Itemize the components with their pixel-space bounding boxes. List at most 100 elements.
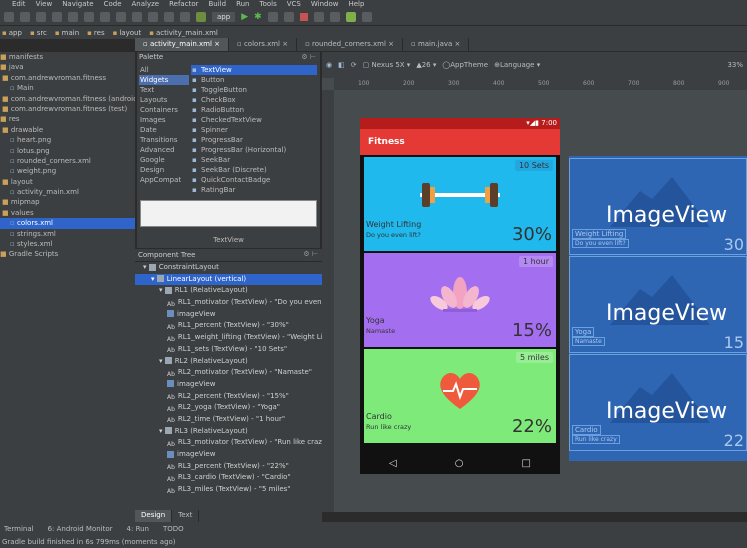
project-tree-item[interactable]: mipmap — [0, 197, 135, 207]
back-nav-icon[interactable]: ◁ — [389, 458, 397, 469]
component-tree-row[interactable]: Ab RL1_weight_lifting (TextView) - "Weigh… — [135, 332, 322, 344]
sync-icon[interactable] — [36, 11, 46, 22]
palette-category[interactable]: Date — [139, 125, 189, 135]
palette-category[interactable]: All — [139, 65, 189, 75]
palette-item[interactable]: CheckedTextView — [191, 115, 317, 125]
breadcrumb-item[interactable]: app — [2, 29, 22, 37]
palette-category[interactable]: Images — [139, 115, 189, 125]
run-config-select[interactable]: app — [212, 11, 236, 22]
tool-window-button[interactable]: Terminal — [4, 525, 34, 533]
palette-item[interactable]: RadioButton — [191, 105, 317, 115]
menu-item[interactable]: Analyze — [132, 0, 160, 8]
project-tree-item[interactable]: com.andrewvroman.fitness (androidTest) — [0, 94, 135, 104]
component-tree-row[interactable]: Ab RL1_percent (TextView) - "30%" — [135, 320, 322, 332]
blueprint-mode-icon[interactable]: ◧ — [338, 61, 345, 69]
paste-icon[interactable] — [116, 11, 126, 22]
avd-manager-icon[interactable] — [313, 11, 324, 22]
menu-item[interactable]: Refactor — [169, 0, 198, 8]
blueprint-view[interactable]: ImageView Weight Lifting Do you even lift?… — [569, 156, 747, 461]
tool-window-button[interactable]: 4: Run — [127, 525, 149, 533]
copy-icon[interactable] — [100, 11, 110, 22]
component-tree-row[interactable]: Ab RL3_miles (TextView) - "5 miles" — [135, 484, 322, 496]
palette-item[interactable]: Spinner — [191, 125, 317, 135]
open-folder-icon[interactable] — [4, 11, 14, 22]
component-tree-row[interactable]: Ab RL2_time (TextView) - "1 hour" — [135, 414, 322, 426]
menu-item[interactable]: Window — [311, 0, 339, 8]
component-tree-row[interactable]: Ab RL2_yoga (TextView) - "Yoga" — [135, 402, 322, 414]
palette-category[interactable]: Widgets — [139, 75, 189, 85]
project-tree-item[interactable]: Main — [0, 83, 135, 93]
project-tree-item[interactable]: styles.xml — [0, 239, 135, 249]
blueprint-card[interactable]: ImageView Weight Lifting Do you even lift?… — [569, 158, 747, 255]
palette-item[interactable]: ProgressBar (Horizontal) — [191, 145, 317, 155]
palette-settings-icon[interactable]: ⚙ ⊢ — [301, 53, 316, 61]
project-tree-item[interactable]: weight.png — [0, 166, 135, 176]
component-tree-row[interactable]: Ab RL2_percent (TextView) - "15%" — [135, 391, 322, 403]
project-tree-item[interactable]: values — [0, 208, 135, 218]
menu-item[interactable]: Navigate — [62, 0, 93, 8]
project-tree-item[interactable]: heart.png — [0, 135, 135, 145]
home-nav-icon[interactable]: ○ — [455, 458, 464, 469]
component-tree-settings-icon[interactable]: ⚙ ⊢ — [303, 250, 318, 258]
sdk-manager-icon[interactable] — [329, 11, 340, 22]
project-tree-item[interactable]: strings.xml — [0, 229, 135, 239]
editor-tab[interactable]: ▫ activity_main.xml × — [135, 38, 229, 51]
component-tree-row[interactable]: Ab RL3_motivator (TextView) - "Run like c… — [135, 437, 322, 449]
project-tree-item[interactable]: com.andrewvroman.fitness — [0, 73, 135, 83]
back-icon[interactable] — [164, 11, 174, 22]
palette-category[interactable]: Text — [139, 85, 189, 95]
palette-category[interactable]: AppCompat — [139, 175, 189, 185]
orientation-icon[interactable]: ⟳ — [351, 61, 357, 69]
project-tree-item[interactable]: res — [0, 114, 135, 124]
project-tree-item[interactable]: manifests — [0, 52, 135, 62]
palette-item[interactable]: ProgressBar — [191, 135, 317, 145]
component-tree-row[interactable]: Ab RL1_motivator (TextView) - "Do you eve… — [135, 297, 322, 309]
project-tree-item[interactable]: Gradle Scripts — [0, 249, 135, 259]
api-select[interactable]: ▲26 ▾ — [416, 61, 436, 69]
menu-item[interactable]: VCS — [287, 0, 301, 8]
palette-item[interactable]: ToggleButton — [191, 85, 317, 95]
find-icon[interactable] — [132, 11, 142, 22]
undo-icon[interactable] — [52, 11, 62, 22]
project-tree-item[interactable]: com.andrewvroman.fitness (test) — [0, 104, 135, 114]
component-tree-row[interactable]: ▾ ConstraintLayout — [135, 262, 322, 274]
android-device-icon[interactable] — [345, 11, 356, 22]
project-tree-item[interactable]: lotus.png — [0, 146, 135, 156]
menu-item[interactable]: Help — [348, 0, 364, 8]
attach-debugger-icon[interactable] — [283, 11, 294, 22]
run-icon[interactable]: ▶ — [241, 12, 248, 22]
menu-item[interactable]: Edit — [12, 0, 26, 8]
component-tree-row[interactable]: ▾ LinearLayout (vertical) — [135, 273, 322, 286]
language-select[interactable]: ⊕Language ▾ — [494, 61, 540, 69]
help-icon[interactable] — [361, 11, 372, 22]
redo-icon[interactable] — [68, 11, 78, 22]
project-tree-item[interactable]: drawable — [0, 125, 135, 135]
palette-category[interactable]: Design — [139, 165, 189, 175]
palette-item[interactable]: Button — [191, 75, 317, 85]
menu-item[interactable]: Code — [104, 0, 122, 8]
forward-icon[interactable] — [180, 11, 190, 22]
activity-card[interactable]: 5 miles Cardio Run like crazy 22% — [364, 349, 556, 443]
breadcrumb-item[interactable]: layout — [113, 29, 141, 37]
activity-card[interactable]: 10 Sets Weight Lifting Do you even lift? 30… — [364, 157, 556, 251]
editor-tab[interactable]: ▫ main.java × — [403, 38, 470, 51]
palette-item[interactable]: RatingBar — [191, 185, 317, 195]
component-tree-row[interactable]: Ab RL3_cardio (TextView) - "Cardio" — [135, 472, 322, 484]
palette-category[interactable]: Containers — [139, 105, 189, 115]
menu-item[interactable]: View — [36, 0, 53, 8]
component-tree-row[interactable]: Ab RL1_sets (TextView) - "10 Sets" — [135, 344, 322, 356]
editor-tab[interactable]: ▫ colors.xml × — [229, 38, 298, 51]
tab-text[interactable]: Text — [172, 510, 200, 522]
palette-item[interactable]: SeekBar (Discrete) — [191, 165, 317, 175]
component-tree-row[interactable]: ▾ RL1 (RelativeLayout) — [135, 285, 322, 297]
project-tree-item[interactable]: java — [0, 62, 135, 72]
component-tree-row[interactable]: imageView — [135, 449, 322, 461]
component-tree-row[interactable]: ▾ RL2 (RelativeLayout) — [135, 356, 322, 368]
editor-tab[interactable]: ▫ rounded_corners.xml × — [297, 38, 403, 51]
blueprint-card[interactable]: ImageView Cardio Run like crazy 22 — [569, 354, 747, 451]
palette-category[interactable]: Google — [139, 155, 189, 165]
component-tree-row[interactable]: Ab RL2_motivator (TextView) - "Namaste" — [135, 367, 322, 379]
menu-item[interactable]: Run — [236, 0, 249, 8]
device-select[interactable]: ▢ Nexus 5X ▾ — [363, 61, 411, 69]
recents-nav-icon[interactable]: □ — [522, 458, 531, 469]
